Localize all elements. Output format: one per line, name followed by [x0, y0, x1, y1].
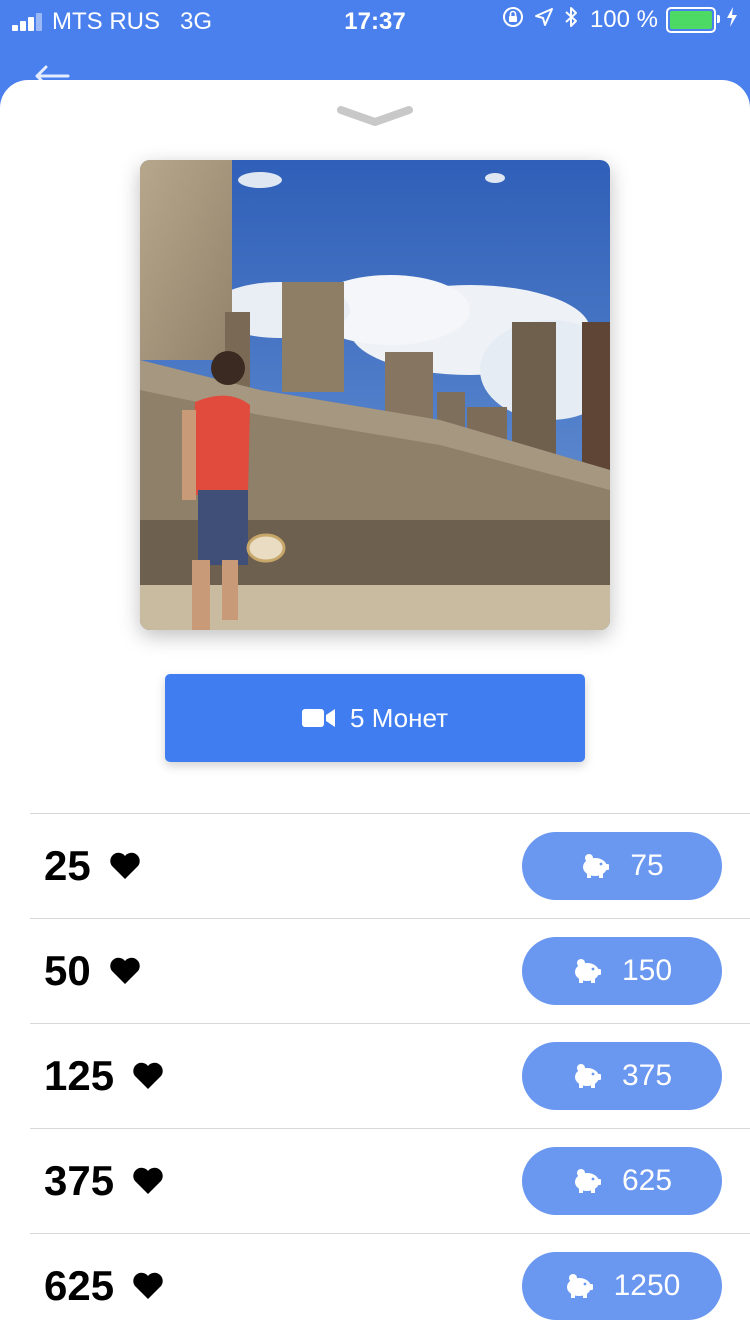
offer-row: 375 625 [30, 1128, 750, 1233]
battery-percent: 100 % [589, 6, 658, 33]
piggy-bank-icon [564, 1272, 594, 1300]
buy-button[interactable]: 1250 [522, 1252, 722, 1320]
photo-image [140, 160, 610, 630]
offer-row: 125 375 [30, 1023, 750, 1128]
watch-video-label: 5 Монет [350, 702, 448, 733]
price-label: 75 [630, 849, 664, 882]
purchase-sheet: 5 Монет 25 75 50 150 125 375 375 625 625… [0, 80, 750, 1334]
price-label: 375 [621, 1059, 673, 1092]
battery-icon [666, 7, 720, 33]
status-right: 100 % [492, 6, 738, 34]
piggy-bank-icon [580, 852, 610, 880]
rotation-lock-icon [502, 6, 524, 34]
watch-video-button[interactable]: 5 Монет [165, 674, 585, 762]
price-label: 150 [621, 954, 673, 987]
piggy-bank-icon [572, 1167, 602, 1195]
buy-button[interactable]: 625 [522, 1147, 722, 1215]
offers-list: 25 75 50 150 125 375 375 625 625 1250 [30, 813, 750, 1334]
buy-button[interactable]: 150 [522, 937, 722, 1005]
offer-row: 25 75 [30, 813, 750, 918]
price-label: 1250 [613, 1269, 681, 1302]
heart-icon [132, 1062, 164, 1090]
heart-icon [132, 1167, 164, 1195]
charging-bolt-icon [726, 7, 738, 33]
video-camera-icon [302, 707, 336, 729]
chevron-down-icon[interactable] [335, 102, 415, 130]
heart-icon [132, 1272, 164, 1300]
location-arrow-icon [534, 7, 554, 33]
likes-amount: 50 [44, 947, 91, 994]
offer-row: 50 150 [30, 918, 750, 1023]
likes-amount: 625 [44, 1262, 115, 1309]
offer-row: 625 1250 [30, 1233, 750, 1334]
heart-icon [109, 852, 141, 880]
price-label: 625 [621, 1164, 673, 1197]
likes-amount: 25 [44, 842, 91, 889]
likes-amount: 375 [44, 1157, 115, 1204]
status-bar: MTS RUS 3G 17:37 100 % [0, 0, 750, 40]
likes-amount: 125 [44, 1052, 115, 1099]
piggy-bank-icon [572, 957, 602, 985]
buy-button[interactable]: 75 [522, 832, 722, 900]
heart-icon [109, 957, 141, 985]
buy-button[interactable]: 375 [522, 1042, 722, 1110]
bluetooth-icon [564, 6, 578, 34]
piggy-bank-icon [572, 1062, 602, 1090]
